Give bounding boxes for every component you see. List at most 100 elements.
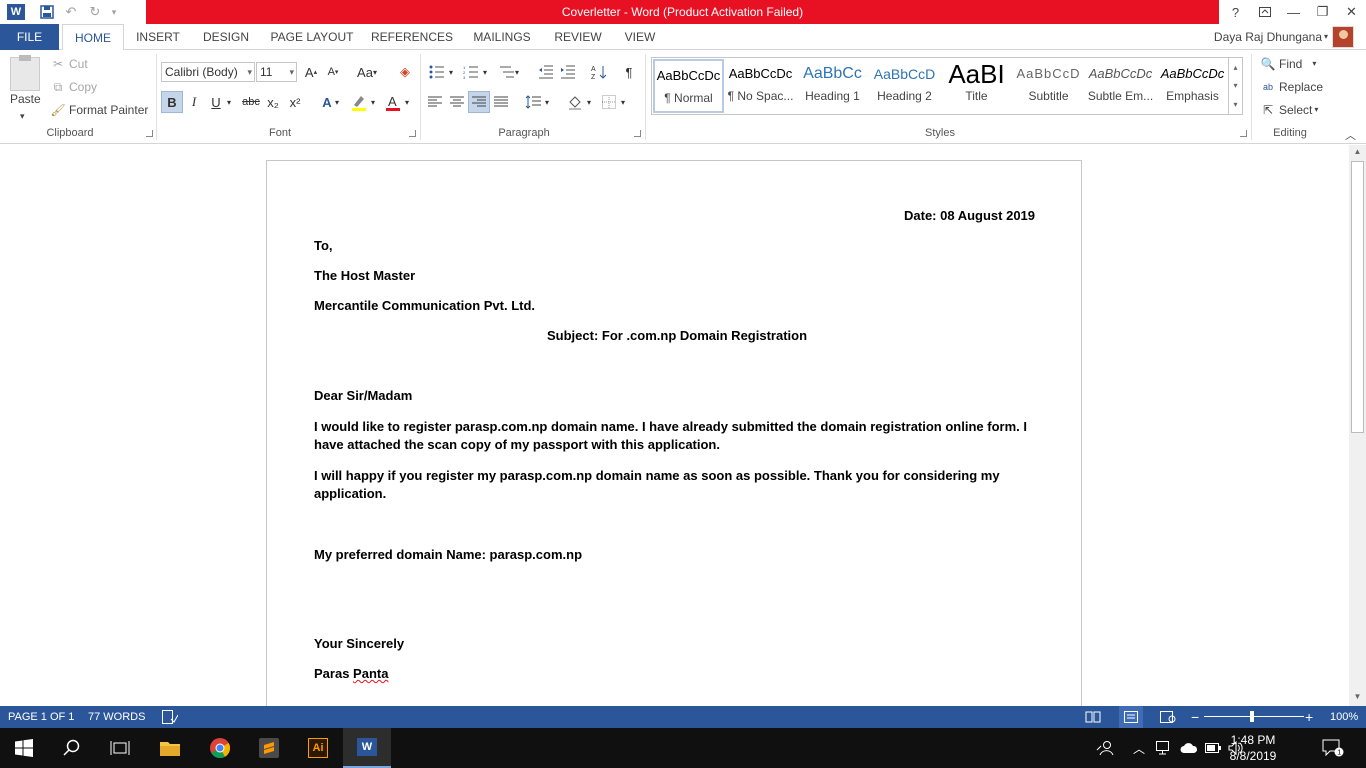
- grow-font-button[interactable]: A ▴: [300, 61, 322, 83]
- subscript-button[interactable]: x₂: [262, 91, 284, 113]
- ribbon-display-options-icon[interactable]: [1250, 0, 1279, 24]
- paste-button[interactable]: Paste: [10, 92, 41, 106]
- shading-dropdown-icon[interactable]: ▾: [582, 91, 596, 113]
- scroll-up-icon[interactable]: ▲: [1349, 145, 1366, 159]
- tab-file[interactable]: FILE: [0, 24, 59, 50]
- align-left-icon[interactable]: [424, 91, 446, 113]
- zoom-out-button[interactable]: −: [1191, 706, 1199, 728]
- close-button[interactable]: ✕: [1337, 0, 1366, 24]
- font-color-dropdown-icon[interactable]: ▾: [400, 91, 414, 113]
- word-count[interactable]: 77 WORDS: [88, 706, 145, 728]
- restore-button[interactable]: ❐: [1308, 0, 1337, 24]
- tab-view[interactable]: VIEW: [618, 24, 662, 50]
- gallery-up-icon[interactable]: ▴: [1233, 63, 1237, 72]
- sort-icon[interactable]: AZ: [588, 61, 610, 83]
- align-center-icon[interactable]: [446, 91, 468, 113]
- customize-qat-icon[interactable]: ▾: [107, 0, 121, 24]
- styles-gallery-scroll[interactable]: ▴ ▾ ▾: [1229, 57, 1243, 115]
- chrome-icon[interactable]: [196, 728, 244, 768]
- justify-icon[interactable]: [490, 91, 512, 113]
- style-heading-1[interactable]: AaBbCc Heading 1: [797, 59, 868, 113]
- page-count[interactable]: PAGE 1 OF 1: [8, 706, 74, 728]
- select-button[interactable]: ⇱ Select ▾: [1260, 100, 1318, 120]
- user-menu-chevron-icon[interactable]: ▾: [1324, 24, 1328, 50]
- style-emphasis[interactable]: AaBbCcDc Emphasis: [1157, 59, 1228, 113]
- paste-icon[interactable]: [10, 55, 40, 91]
- paste-dropdown-icon[interactable]: ▾: [20, 106, 25, 126]
- bullets-dropdown-icon[interactable]: ▾: [444, 61, 458, 83]
- task-view-icon[interactable]: [96, 728, 144, 768]
- style-heading-2[interactable]: AaBbCcD Heading 2: [869, 59, 940, 113]
- redo-icon[interactable]: ↻: [83, 0, 107, 24]
- cut-button[interactable]: ✂ Cut: [50, 54, 88, 74]
- zoom-slider[interactable]: [1204, 716, 1304, 717]
- change-case-button[interactable]: Aa ▾: [352, 61, 382, 83]
- font-size-combo[interactable]: 11: [256, 62, 297, 82]
- save-icon[interactable]: [35, 0, 59, 24]
- vertical-scrollbar[interactable]: ▲ ▼: [1349, 145, 1366, 706]
- borders-dropdown-icon[interactable]: ▾: [616, 91, 630, 113]
- zoom-level[interactable]: 100%: [1330, 706, 1358, 728]
- find-button[interactable]: 🔍 Find ▾: [1260, 54, 1317, 74]
- tab-references[interactable]: REFERENCES: [368, 24, 456, 50]
- underline-dropdown-icon[interactable]: ▾: [222, 91, 236, 113]
- gallery-more-icon[interactable]: ▾: [1233, 100, 1237, 109]
- onedrive-icon[interactable]: [1180, 728, 1198, 768]
- battery-icon[interactable]: [1205, 728, 1221, 768]
- print-layout-icon[interactable]: [1119, 706, 1143, 728]
- zoom-slider-thumb[interactable]: [1250, 711, 1254, 722]
- action-center-icon[interactable]: 1: [1322, 728, 1344, 768]
- superscript-button[interactable]: x²: [284, 91, 306, 113]
- minimize-button[interactable]: —: [1279, 0, 1308, 24]
- font-name-combo[interactable]: Calibri (Body): [161, 62, 255, 82]
- document-area[interactable]: Date: 08 August 2019 To, The Host Master…: [0, 145, 1349, 706]
- highlight-dropdown-icon[interactable]: ▾: [366, 91, 380, 113]
- text-effects-dropdown-icon[interactable]: ▾: [330, 91, 344, 113]
- shrink-font-button[interactable]: A ▾: [322, 61, 344, 83]
- undo-icon[interactable]: ↶: [59, 0, 83, 24]
- italic-button[interactable]: I: [183, 91, 205, 113]
- network-icon[interactable]: [1156, 728, 1174, 768]
- tab-home[interactable]: HOME: [62, 24, 124, 51]
- bold-button[interactable]: B: [161, 91, 183, 113]
- sublime-icon[interactable]: [245, 728, 293, 768]
- illustrator-icon[interactable]: Ai: [294, 728, 342, 768]
- multilevel-dropdown-icon[interactable]: ▾: [510, 61, 524, 83]
- styles-launcher-icon[interactable]: [1240, 130, 1247, 137]
- word-app-icon[interactable]: W: [7, 4, 25, 20]
- show-formatting-marks-icon[interactable]: ¶: [618, 61, 640, 83]
- strikethrough-button[interactable]: abc: [240, 91, 262, 113]
- system-clock[interactable]: 1:48 PM 8/8/2019: [1222, 732, 1284, 764]
- word-icon[interactable]: W: [343, 728, 391, 768]
- style-subtle-emphasis[interactable]: AaBbCcDc Subtle Em...: [1085, 59, 1156, 113]
- scroll-down-icon[interactable]: ▼: [1349, 690, 1366, 704]
- style-normal[interactable]: AaBbCcDc ¶ Normal: [653, 59, 724, 113]
- line-spacing-dropdown-icon[interactable]: ▾: [540, 91, 554, 113]
- align-right-icon[interactable]: [468, 91, 490, 113]
- scroll-thumb[interactable]: [1351, 161, 1364, 433]
- zoom-in-button[interactable]: +: [1305, 706, 1313, 728]
- file-explorer-icon[interactable]: [146, 728, 194, 768]
- people-icon[interactable]: [1096, 728, 1114, 768]
- user-name[interactable]: Daya Raj Dhungana: [1214, 24, 1322, 50]
- paragraph-launcher-icon[interactable]: [634, 130, 641, 137]
- tab-review[interactable]: REVIEW: [548, 24, 608, 50]
- avatar[interactable]: [1332, 26, 1354, 48]
- font-launcher-icon[interactable]: [409, 130, 416, 137]
- clipboard-launcher-icon[interactable]: [146, 130, 153, 137]
- gallery-down-icon[interactable]: ▾: [1233, 81, 1237, 90]
- style-title[interactable]: AaBI Title: [941, 59, 1012, 113]
- clear-formatting-icon[interactable]: ◈: [394, 61, 416, 83]
- increase-indent-icon[interactable]: [557, 61, 579, 83]
- show-hidden-icons[interactable]: ︿: [1133, 728, 1145, 768]
- style-subtitle[interactable]: AaBbCcD Subtitle: [1013, 59, 1084, 113]
- collapse-ribbon-icon[interactable]: ︿: [1345, 126, 1356, 146]
- tab-mailings[interactable]: MAILINGS: [466, 24, 538, 50]
- start-icon[interactable]: [0, 728, 48, 768]
- numbering-dropdown-icon[interactable]: ▾: [478, 61, 492, 83]
- search-icon[interactable]: [48, 728, 96, 768]
- decrease-indent-icon[interactable]: [535, 61, 557, 83]
- style-no-spacing[interactable]: AaBbCcDc ¶ No Spac...: [725, 59, 796, 113]
- copy-button[interactable]: ⧉ Copy: [50, 77, 97, 97]
- help-button[interactable]: ?: [1221, 0, 1250, 24]
